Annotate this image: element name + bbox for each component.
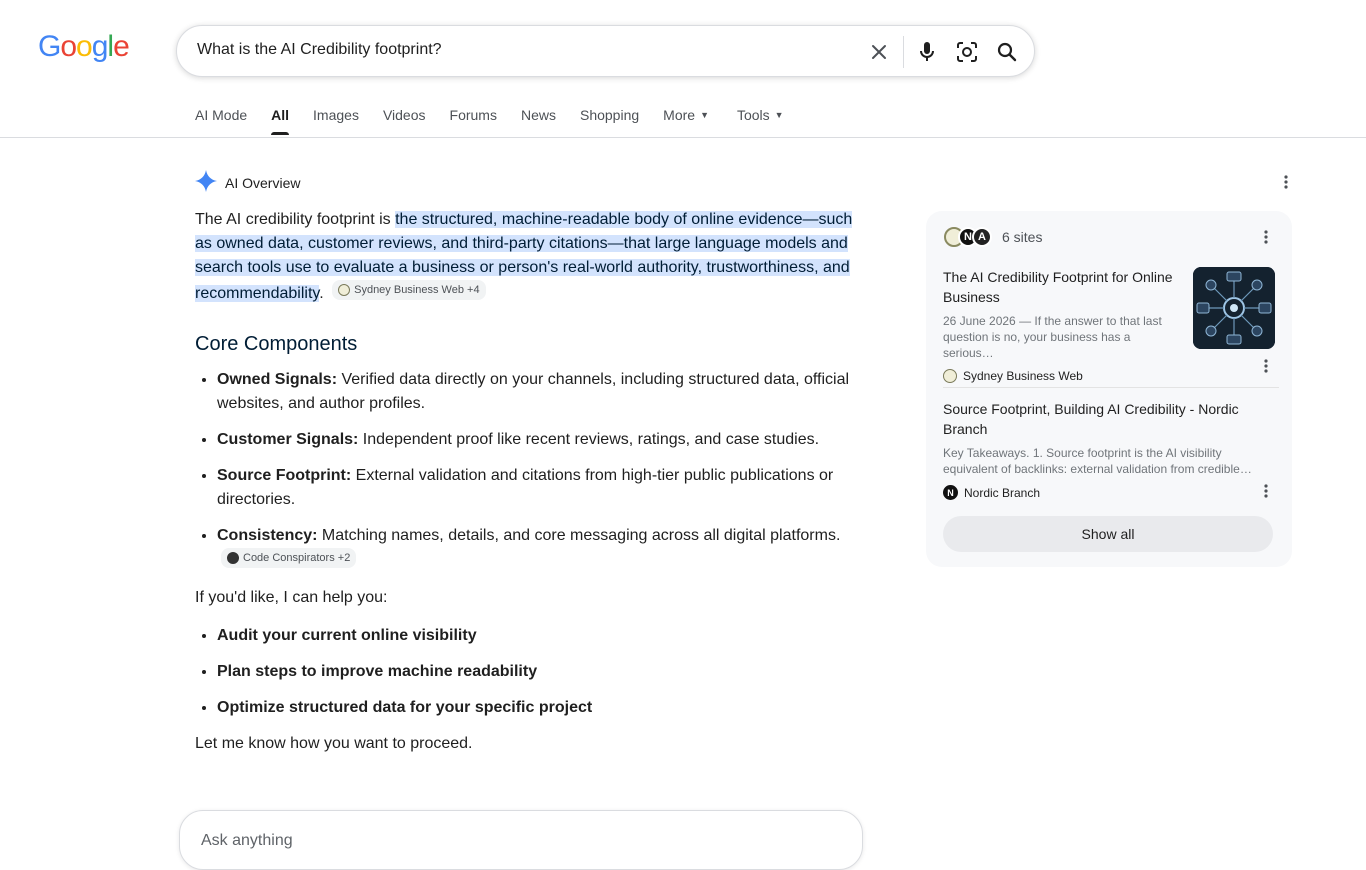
logo-letter: e [113,30,130,63]
list-item: Customer Signals: Independent proof like… [217,428,855,452]
more-options-icon[interactable] [1258,356,1274,376]
search-icon[interactable] [993,38,1021,66]
chevron-down-icon: ▼ [774,110,784,120]
tab-shopping[interactable]: Shopping [580,107,639,135]
google-logo[interactable]: Google [38,30,130,64]
source-site-name: Nordic Branch [964,485,1041,500]
list-item: Plan steps to improve machine readabilit… [217,660,855,684]
list-item: Owned Signals: Verified data directly on… [217,368,855,416]
source-snippet: Key Takeaways. 1. Source footprint is th… [943,446,1252,476]
core-components-heading: Core Components [195,333,358,355]
code-conspirators-favicon-icon: A [972,227,992,247]
tab-videos[interactable]: Videos [383,107,426,135]
microphone-icon[interactable] [913,38,941,66]
item-text: Independent proof like recent reviews, r… [358,431,820,448]
logo-letter: g [91,30,109,63]
tab-images[interactable]: Images [313,107,359,135]
search-input[interactable]: What is the AI Credibility footprint? [197,41,442,59]
sources-panel: N A 6 sites The AI Credibility Footprint… [926,211,1292,567]
citation-chip[interactable]: Code Conspirators +2 [221,548,357,568]
source-snippet: 26 June 2026 — If the answer to that las… [943,314,1162,360]
header-divider [0,137,1366,138]
tab-news[interactable]: News [521,107,556,135]
item-label: Customer Signals: [217,431,359,448]
citation-label: Code Conspirators +2 [243,552,351,564]
sparkle-icon [195,170,217,195]
nordic-branch-favicon-icon: N [943,485,958,500]
source-thumbnail[interactable] [1193,267,1275,349]
sources-divider [943,387,1279,388]
logo-letter: o [76,30,93,63]
item-label: Consistency: [217,527,318,544]
list-item: Optimize structured data for your specif… [217,696,855,720]
tab-all[interactable]: All [271,107,289,135]
tab-more-label: More [663,107,696,123]
closing-text: Let me know how you want to proceed. [195,735,473,752]
ai-overview-title: AI Overview [225,174,301,191]
tab-more[interactable]: More ▼ [663,107,709,135]
search-divider [903,36,904,68]
citation-chip[interactable]: Sydney Business Web +4 [332,280,486,300]
intro-suffix: . [319,285,324,302]
list-item: Source Footprint: External validation an… [217,464,855,512]
favicon-stack: N A [944,227,992,247]
source-site-name: Sydney Business Web [963,369,1083,383]
site-favicon-icon [338,284,351,296]
components-list: Owned Signals: Verified data directly on… [195,368,855,574]
help-intro: If you'd like, I can help you: [195,589,388,606]
source-title[interactable]: Source Footprint, Building AI Credibilit… [943,399,1263,439]
tab-ai-mode[interactable]: AI Mode [195,107,247,135]
search-box[interactable]: What is the AI Credibility footprint? [176,25,1035,77]
more-options-icon[interactable] [1258,481,1274,501]
intro-prefix: The AI credibility footprint is [195,211,396,228]
more-options-icon[interactable] [1258,227,1274,247]
item-label: Source Footprint: [217,467,352,484]
site-favicon-icon [943,369,957,383]
site-favicon-icon [227,552,239,564]
ask-box[interactable] [179,810,863,870]
logo-letter: G [38,30,61,63]
logo-letter: o [60,30,77,63]
ai-overview-header: AI Overview [195,170,300,195]
source-site: N Nordic Branch [943,485,1283,500]
intro-paragraph: The AI credibility footprint is the stru… [195,208,855,306]
citation-label: Sydney Business Web +4 [354,284,480,296]
clear-icon[interactable] [865,38,893,66]
sources-count: 6 sites [1002,229,1043,245]
sources-header[interactable]: N A 6 sites [944,227,1042,247]
source-card[interactable]: Source Footprint, Building AI Credibilit… [943,399,1283,500]
more-options-icon[interactable] [1276,172,1296,192]
item-label: Owned Signals: [217,371,338,388]
ask-input[interactable] [199,831,799,851]
tab-tools[interactable]: Tools ▼ [737,107,784,135]
list-item: Consistency: Matching names, details, an… [217,524,855,574]
tab-tools-label: Tools [736,107,770,123]
ai-overview-body: The AI credibility footprint is the stru… [195,208,855,770]
show-all-button[interactable]: Show all [943,516,1273,552]
camera-lens-icon[interactable] [953,38,981,66]
list-item: Audit your current online visibility [217,624,855,648]
source-title[interactable]: The AI Credibility Footprint for Online … [943,267,1175,307]
source-site: Sydney Business Web [943,369,1283,383]
chevron-down-icon: ▼ [700,110,709,120]
item-text: Matching names, details, and core messag… [317,527,841,544]
search-tabs: AI Mode All Images Videos Forums News Sh… [195,107,808,135]
tab-forums[interactable]: Forums [450,107,497,135]
actions-list: Audit your current online visibility Pla… [195,624,855,720]
